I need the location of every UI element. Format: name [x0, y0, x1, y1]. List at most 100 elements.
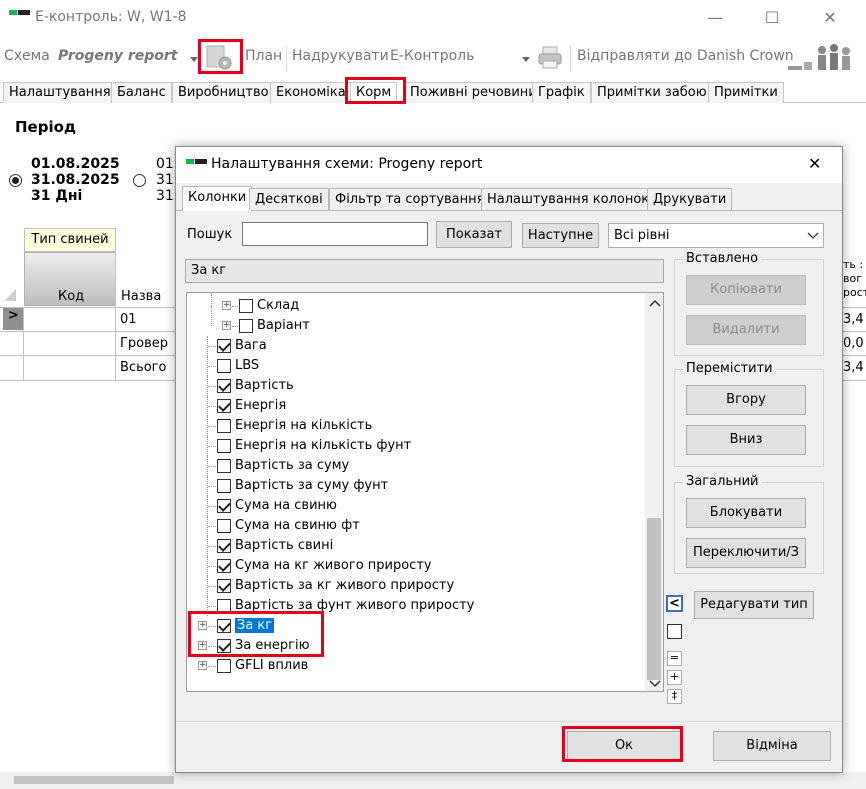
- toolbar-divider: [286, 46, 287, 72]
- tab-notes[interactable]: Примітки: [708, 82, 784, 103]
- tree-checkbox[interactable]: [217, 459, 231, 473]
- print-target-select[interactable]: Е-Контроль: [390, 48, 530, 64]
- level-select[interactable]: Всі рівні: [608, 223, 824, 248]
- grid-right-cell: 3,4: [843, 360, 864, 375]
- dialog-title: Налаштування схеми: Progeny report: [211, 156, 483, 172]
- scroll-down-icon[interactable]: [649, 680, 661, 688]
- show-button[interactable]: Показат: [436, 221, 512, 248]
- tree-checkbox[interactable]: [217, 399, 231, 413]
- maximize-button[interactable]: ☐: [757, 6, 787, 30]
- search-input[interactable]: [242, 222, 428, 246]
- tree-item[interactable]: + Склад: [187, 293, 643, 316]
- tree-item[interactable]: Енергія на кількість фунт: [187, 436, 643, 456]
- send-danish-crown-button[interactable]: Відправляти до Danish Crown: [577, 48, 794, 64]
- chevron-down-icon[interactable]: [522, 57, 530, 62]
- schema-select[interactable]: Progeny report: [58, 48, 193, 64]
- period-1-to: 31.08.2025: [31, 172, 120, 188]
- tree-checkbox[interactable]: [217, 479, 231, 493]
- tree-checkbox[interactable]: [217, 439, 231, 453]
- grid-cell[interactable]: 01: [120, 312, 137, 327]
- toggle-button[interactable]: Переключити/З: [686, 538, 806, 568]
- move-up-button[interactable]: Вгору: [686, 385, 806, 415]
- dialog-titlebar: Налаштування схеми: Progeny report ✕: [176, 147, 842, 183]
- expand-icon[interactable]: +: [222, 321, 231, 330]
- printer-button[interactable]: [537, 46, 563, 70]
- expand-icon[interactable]: +: [222, 301, 231, 310]
- tree-guide-line: [208, 566, 216, 567]
- tree-item[interactable]: LBS: [187, 356, 643, 376]
- tree-item[interactable]: Вартість свині: [187, 536, 643, 556]
- tab-slaughter-notes[interactable]: Примітки забою: [591, 82, 713, 103]
- tree-checkbox[interactable]: [239, 319, 253, 333]
- tree-checkbox[interactable]: [217, 659, 231, 673]
- move-down-button[interactable]: Вниз: [686, 425, 806, 455]
- tree-checkbox[interactable]: [217, 519, 231, 533]
- copy-button[interactable]: Копіювати: [686, 275, 806, 305]
- cancel-button[interactable]: Відміна: [713, 731, 831, 761]
- expand-all-button[interactable]: +: [667, 670, 682, 685]
- next-button[interactable]: Наступне: [522, 223, 599, 248]
- toolbar-divider: [570, 46, 571, 72]
- dialog-tab-decimals[interactable]: Десяткові: [249, 188, 329, 210]
- scrollbar-thumb[interactable]: [14, 776, 174, 784]
- tree-item[interactable]: Сума на кг живого приросту: [187, 556, 643, 576]
- tree-scrollbar-thumb[interactable]: [647, 518, 661, 680]
- period-radio-1[interactable]: [9, 174, 22, 187]
- tab-nutrients[interactable]: Поживні речовини: [404, 82, 543, 103]
- tree-checkbox[interactable]: [217, 579, 231, 593]
- tree-checkbox[interactable]: [217, 379, 231, 393]
- lock-button[interactable]: Блокувати: [686, 498, 806, 528]
- tree-item-label: Енергія: [235, 398, 287, 413]
- period-1-from: 01.08.2025: [31, 156, 120, 172]
- tree-checkbox[interactable]: [217, 419, 231, 433]
- equal-button[interactable]: =: [667, 651, 682, 666]
- expand-icon[interactable]: +: [198, 661, 207, 670]
- row-marker: >: [3, 308, 23, 330]
- dialog-tab-print[interactable]: Друкувати: [647, 188, 733, 210]
- tree-item[interactable]: Вартість за кг живого приросту: [187, 576, 643, 596]
- tree-item[interactable]: Сума на свиню фт: [187, 516, 643, 536]
- chevron-down-icon[interactable]: [190, 57, 198, 62]
- tab-balance[interactable]: Баланс: [111, 82, 172, 103]
- tree-checkbox[interactable]: [217, 339, 231, 353]
- dialog-tab-filter-sort[interactable]: Фільтр та сортування: [329, 188, 491, 210]
- dialog-tab-columns[interactable]: Колонки: [182, 186, 253, 211]
- tree-item[interactable]: Вага: [187, 336, 643, 356]
- pig-weights-button[interactable]: [786, 42, 856, 74]
- tree-item[interactable]: Вартість за суму фунт: [187, 476, 643, 496]
- tree-checkbox[interactable]: [217, 559, 231, 573]
- tree-item[interactable]: Енергія: [187, 396, 643, 416]
- dialog-close-button[interactable]: ✕: [808, 154, 821, 173]
- tree-item[interactable]: + GFLI вплив: [187, 656, 643, 676]
- side-checkbox[interactable]: [667, 624, 682, 639]
- minimize-button[interactable]: —: [700, 6, 730, 30]
- grid-cell[interactable]: Всього: [120, 360, 166, 375]
- grid-cell[interactable]: Гровер: [120, 336, 168, 351]
- tree-checkbox[interactable]: [217, 499, 231, 513]
- tree-item[interactable]: Сума на свиню: [187, 496, 643, 516]
- dialog-tab-column-settings[interactable]: Налаштування колонок: [481, 188, 656, 210]
- collapse-panel-button[interactable]: <: [666, 595, 683, 612]
- tree-item[interactable]: + Варіант: [187, 306, 643, 336]
- scroll-up-icon[interactable]: [649, 299, 661, 307]
- period-1-days: 31 Дні: [31, 188, 83, 204]
- selected-path-field: За кг: [185, 259, 664, 283]
- tree-checkbox[interactable]: [239, 299, 253, 313]
- tree-checkbox[interactable]: [217, 539, 231, 553]
- period-radio-2[interactable]: [133, 174, 146, 187]
- tree-item-label: Вага: [235, 338, 267, 353]
- tab-chart[interactable]: Графік: [532, 82, 591, 103]
- delete-button[interactable]: Видалити: [686, 315, 806, 345]
- search-label: Пошук: [187, 227, 233, 242]
- tree-checkbox[interactable]: [217, 359, 231, 373]
- tree-item[interactable]: Вартість: [187, 376, 643, 396]
- tab-production[interactable]: Виробництво: [172, 82, 275, 103]
- tree-item[interactable]: Вартість за суму: [187, 456, 643, 476]
- tab-settings[interactable]: Налаштування: [3, 82, 117, 103]
- plan-button[interactable]: План: [245, 48, 282, 64]
- tab-economics[interactable]: Економіка: [270, 82, 352, 103]
- tree-item[interactable]: Енергія на кількість: [187, 416, 643, 436]
- sort-button[interactable]: ‡: [667, 689, 682, 704]
- edit-type-button[interactable]: Редагувати тип: [694, 591, 814, 619]
- close-button[interactable]: ✕: [815, 6, 845, 30]
